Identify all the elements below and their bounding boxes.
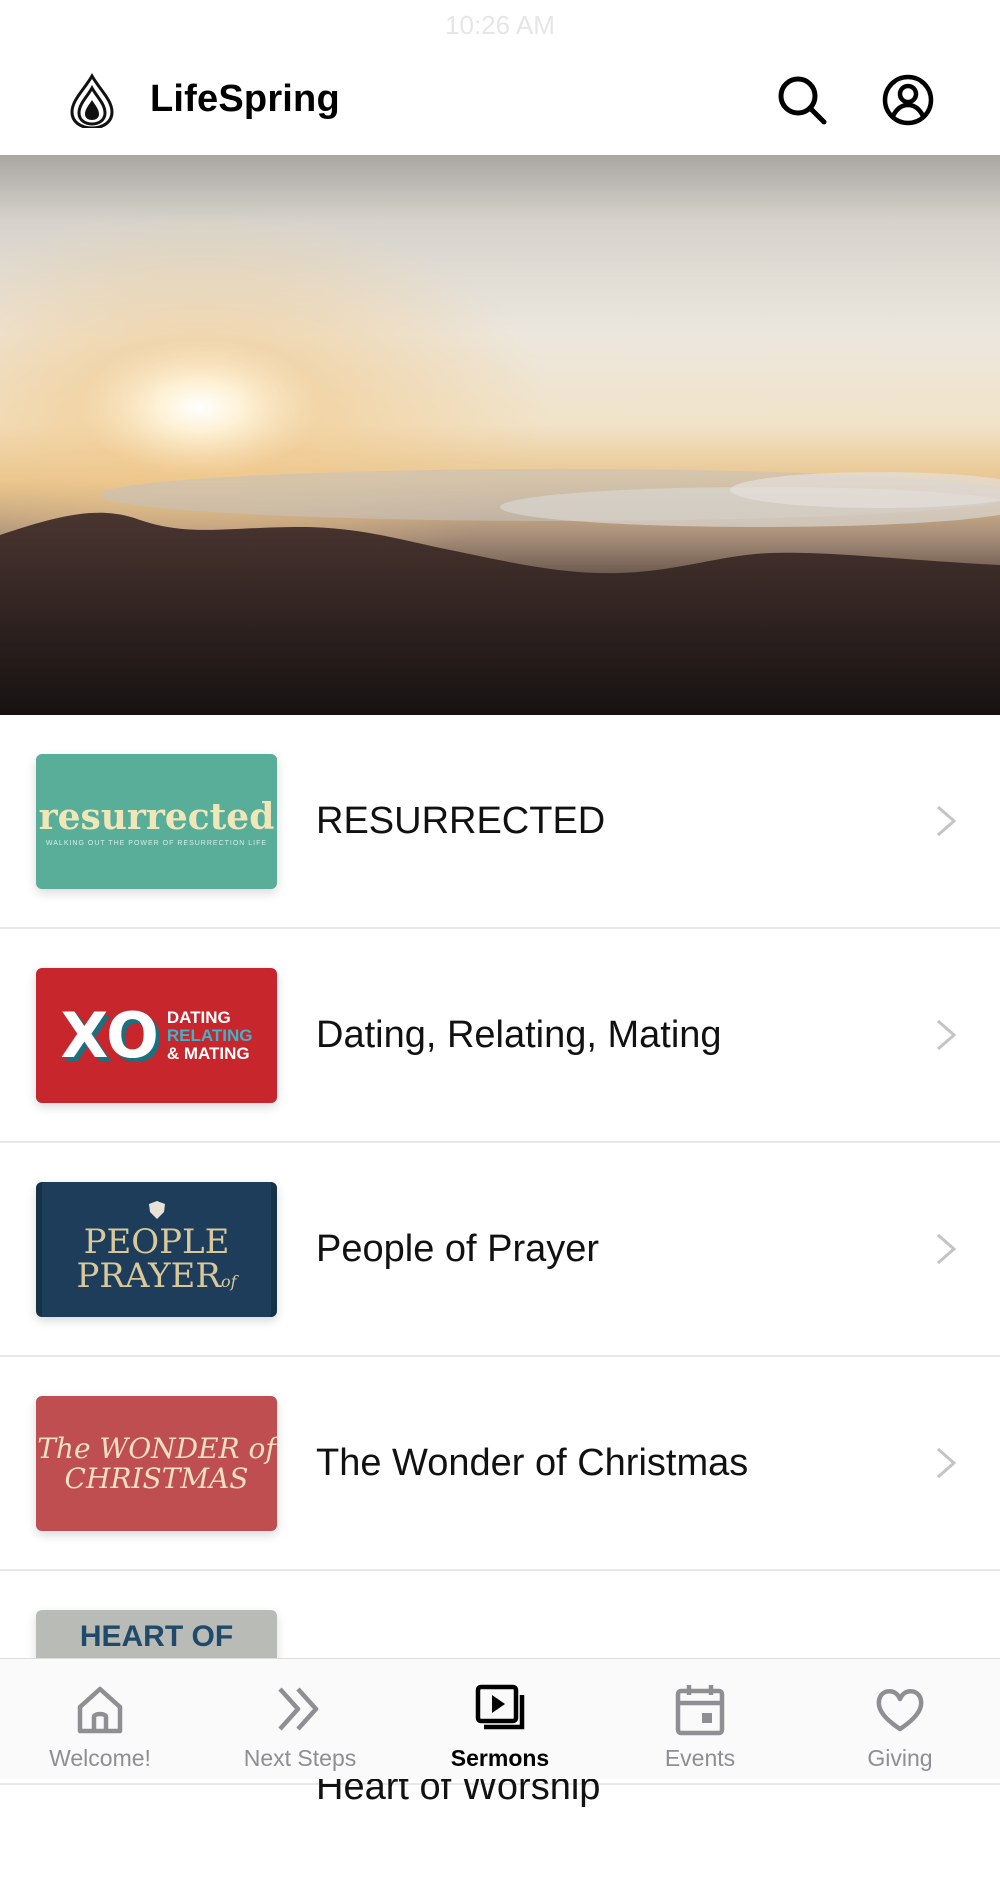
search-button[interactable] (774, 72, 830, 128)
shield-icon (148, 1201, 165, 1219)
series-thumbnail: resurrected WALKING OUT THE POWER OF RES… (36, 754, 277, 889)
profile-button[interactable] (880, 72, 936, 128)
bottom-tab-bar: Welcome! Next Steps Sermons Events Givin… (0, 1658, 1000, 1779)
tab-welcome[interactable]: Welcome! (0, 1659, 200, 1779)
series-thumbnail: XO DATING RELATING & MATING (36, 968, 277, 1103)
app-header: LifeSpring (0, 50, 1000, 156)
series-title: People of Prayer (316, 1228, 600, 1270)
video-library-icon (475, 1684, 525, 1730)
chevron-right-icon (937, 1019, 957, 1051)
series-thumbnail: The WONDER of CHRISTMAS (36, 1396, 277, 1531)
list-item[interactable]: XO DATING RELATING & MATING Dating, Rela… (0, 929, 1000, 1143)
lifespring-logo-icon (64, 72, 120, 130)
hero-banner-image (0, 155, 1000, 715)
series-title: The Wonder of Christmas (316, 1442, 749, 1484)
tab-next-steps[interactable]: Next Steps (200, 1659, 400, 1779)
heart-icon (876, 1689, 924, 1732)
search-icon (778, 76, 827, 125)
home-icon (77, 1686, 123, 1734)
series-title: RESURRECTED (316, 800, 606, 842)
series-title: Dating, Relating, Mating (316, 1014, 722, 1056)
chevron-right-icon (937, 1233, 957, 1265)
tab-giving[interactable]: Giving (800, 1659, 1000, 1779)
status-bar-time: 10:26 AM (445, 10, 555, 40)
list-item[interactable]: PEOPLE PRAYERof People of Prayer (0, 1143, 1000, 1357)
series-thumbnail: PEOPLE PRAYERof (36, 1182, 277, 1317)
list-item[interactable]: The WONDER of CHRISTMAS The Wonder of Ch… (0, 1357, 1000, 1571)
calendar-icon (675, 1685, 725, 1736)
tab-sermons[interactable]: Sermons (400, 1659, 600, 1779)
user-circle-icon (882, 74, 934, 126)
sermon-series-list: resurrected WALKING OUT THE POWER OF RES… (0, 715, 1000, 1808)
tab-events[interactable]: Events (600, 1659, 800, 1779)
chevron-right-icon (937, 1447, 957, 1479)
list-item[interactable]: resurrected WALKING OUT THE POWER OF RES… (0, 715, 1000, 929)
app-title: LifeSpring (150, 78, 340, 120)
chevron-right-icon (937, 805, 957, 837)
double-chevron-icon (278, 1687, 319, 1731)
